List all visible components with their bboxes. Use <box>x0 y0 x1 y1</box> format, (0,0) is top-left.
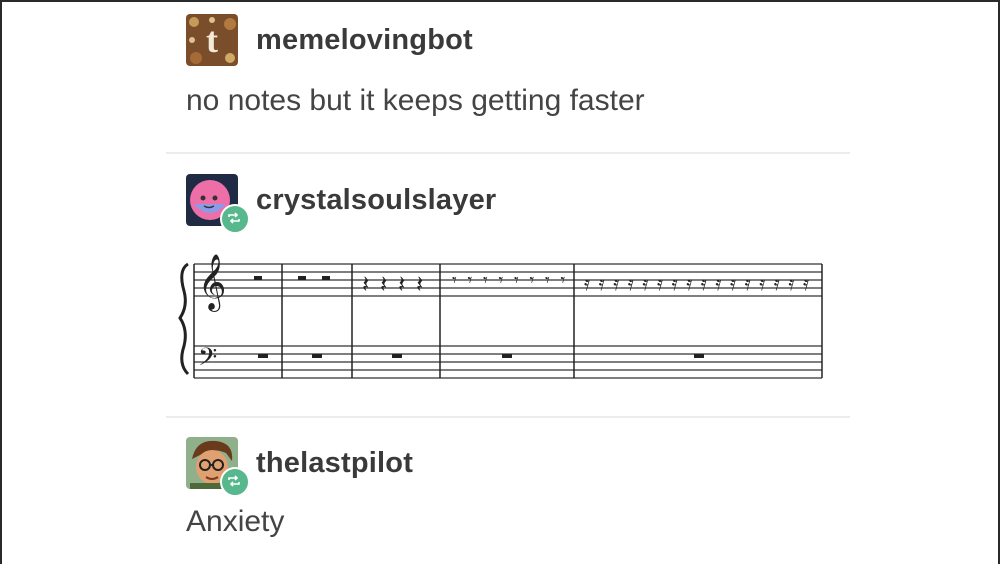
tumblr-t-logo-icon[interactable]: t <box>186 14 238 66</box>
eighth-rest: 𝄾 <box>514 270 519 291</box>
post-text: no notes but it keeps getting faster <box>186 84 645 117</box>
post-divider <box>166 152 850 154</box>
half-rest <box>254 276 262 280</box>
sixteenth-rest: 𝄿 <box>788 271 794 295</box>
eighth-rest: 𝄾 <box>483 270 488 291</box>
whole-rest <box>258 354 268 358</box>
bass-clef-icon: 𝄢 <box>198 343 217 378</box>
sixteenth-rest: 𝄿 <box>715 271 721 295</box>
reblog-icon <box>220 467 250 497</box>
sixteenth-rest: 𝄿 <box>657 271 663 295</box>
sixteenth-rest: 𝄿 <box>774 271 780 295</box>
whole-rest <box>502 354 512 358</box>
post-memelovingbot: t memelovingbot no notes but it keeps ge… <box>186 14 645 118</box>
sixteenth-rest: 𝄿 <box>730 271 736 295</box>
half-rest <box>298 276 306 280</box>
sixteenth-rest: 𝄿 <box>803 271 809 295</box>
quarter-rest: 𝄽 <box>380 270 387 298</box>
sixteenth-rest: 𝄿 <box>745 271 751 295</box>
sheet-music-image: 𝄞 𝄢 𝄽 𝄽 𝄽 𝄽 𝄾 𝄾 𝄾 𝄾 𝄾 𝄾 𝄾 𝄾 𝄿 𝄿 𝄿 𝄿 𝄿 𝄿 𝄿 𝄿 𝄿 𝄿 𝄿 𝄿 𝄿 𝄿 𝄿 𝄿 <box>176 246 826 386</box>
eighth-rest: 𝄾 <box>468 270 473 291</box>
sixteenth-rest: 𝄿 <box>759 271 765 295</box>
treble-staff <box>194 263 822 297</box>
quarter-rest: 𝄽 <box>362 270 369 298</box>
sixteenth-rest: 𝄿 <box>613 271 619 295</box>
bar-lines <box>193 264 823 378</box>
sixteenth-rest: 𝄿 <box>686 271 692 295</box>
sixteenth-rest: 𝄿 <box>701 271 707 295</box>
whole-rest <box>392 354 402 358</box>
post-header: thelastpilot <box>186 437 413 497</box>
window-top-border <box>0 0 1000 2</box>
eighth-rest: 𝄾 <box>561 270 566 291</box>
reblog-icon <box>220 204 250 234</box>
username[interactable]: thelastpilot <box>256 447 413 480</box>
sixteenth-rest: 𝄿 <box>584 271 590 295</box>
treble-clef-icon: 𝄞 <box>198 254 226 312</box>
post-header: t memelovingbot <box>186 14 645 70</box>
bass-staff <box>194 345 822 379</box>
sixteenth-rest: 𝄿 <box>599 271 605 295</box>
post-divider <box>166 416 850 418</box>
whole-rest <box>694 354 704 358</box>
svg-text:t: t <box>206 20 218 60</box>
quarter-rest: 𝄽 <box>398 270 405 298</box>
eighth-rest: 𝄾 <box>545 270 550 291</box>
username[interactable]: crystalsoulslayer <box>256 184 496 217</box>
post-thelastpilot: thelastpilot Anxiety <box>186 437 413 539</box>
eighth-rest: 𝄾 <box>499 270 504 291</box>
post-text: Anxiety <box>186 505 285 538</box>
eighth-rest: 𝄾 <box>530 270 535 291</box>
whole-rest <box>312 354 322 358</box>
half-rest <box>322 276 330 280</box>
window-left-border <box>0 0 2 564</box>
sixteenth-rest: 𝄿 <box>628 271 634 295</box>
sixteenth-rest: 𝄿 <box>672 271 678 295</box>
quarter-rest: 𝄽 <box>416 270 423 298</box>
sixteenth-rest: 𝄿 <box>642 271 648 295</box>
username[interactable]: memelovingbot <box>256 24 473 57</box>
eighth-rest: 𝄾 <box>452 270 457 291</box>
